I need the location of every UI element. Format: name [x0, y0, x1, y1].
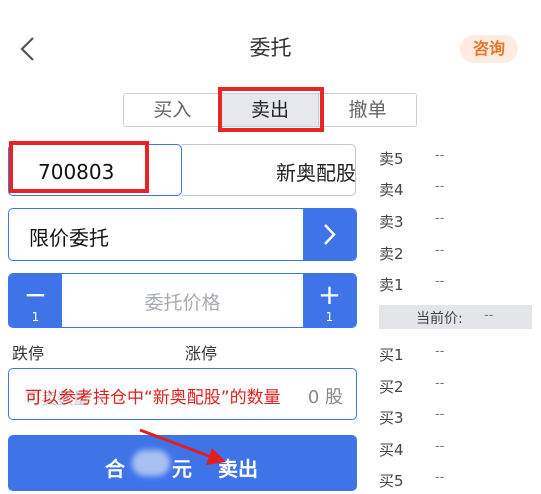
bid-row-3: 买3 -- — [379, 407, 539, 427]
bid-row-5: 买5 -- — [379, 470, 539, 490]
ask-row-5: 卖5 -- — [379, 148, 539, 168]
ask-label: 卖2 — [379, 245, 404, 263]
price-decrease-step: 1 — [31, 310, 40, 324]
highlight-box-sell-tab — [218, 87, 324, 132]
ask-row-4: 卖4 -- — [379, 179, 539, 199]
ask-row-3: 卖3 -- — [379, 211, 539, 231]
ask-row-1: 卖1 -- — [379, 274, 539, 294]
ask-value: -- — [435, 211, 445, 226]
ask-label: 卖3 — [379, 213, 404, 231]
chevron-right-icon — [324, 224, 336, 245]
bid-value: -- — [435, 407, 445, 422]
price-increase-button[interactable]: + 1 — [303, 274, 356, 327]
sell-button-label: 卖出 — [218, 457, 258, 481]
price-increase-step: 1 — [325, 310, 334, 324]
current-price-value: -- — [484, 308, 494, 323]
ask-row-2: 卖2 -- — [379, 243, 539, 263]
bid-value: -- — [435, 376, 445, 391]
bid-row-1: 买1 -- — [379, 344, 539, 364]
ask-value: -- — [435, 179, 445, 194]
limit-up-label: 涨停 — [185, 344, 218, 363]
current-price-label: 当前价: — [416, 311, 463, 327]
order-type-select[interactable]: 限价委托 — [8, 208, 357, 261]
sell-total-prefix: 合 — [105, 457, 125, 481]
highlight-box-stock-code — [9, 141, 149, 193]
bid-label: 买3 — [379, 409, 404, 427]
order-type-label: 限价委托 — [29, 226, 109, 250]
ask-label: 卖1 — [379, 276, 404, 294]
order-type-toggle[interactable] — [303, 209, 356, 260]
bid-row-2: 买2 -- — [379, 376, 539, 396]
plus-icon: + — [317, 278, 342, 311]
ask-label: 卖5 — [379, 150, 404, 168]
ask-value: -- — [435, 243, 445, 258]
bid-label: 买2 — [379, 378, 404, 396]
ask-label: 卖4 — [379, 181, 404, 199]
price-decrease-button[interactable]: − 1 — [9, 274, 62, 327]
bid-row-4: 买4 -- — [379, 439, 539, 459]
minus-icon: − — [23, 278, 48, 311]
stock-name: 新奥配股 — [276, 161, 356, 185]
bid-value: -- — [435, 470, 445, 485]
price-stepper: − 1 委托价格 + 1 — [8, 273, 357, 328]
bid-value: -- — [435, 344, 445, 359]
limit-down-label: 跌停 — [12, 344, 45, 363]
quantity-available: 0 股 — [307, 387, 343, 408]
bid-label: 买5 — [379, 472, 404, 490]
bid-label: 买4 — [379, 441, 404, 459]
order-book: 卖5 -- 卖4 -- 卖3 -- 卖2 -- 卖1 -- 买1 -- 买2 -… — [379, 0, 539, 494]
ask-value: -- — [435, 274, 445, 289]
price-input[interactable]: 委托价格 — [62, 288, 303, 315]
tab-buy[interactable]: 买入 — [124, 94, 221, 126]
ask-value: -- — [435, 148, 445, 163]
bid-value: -- — [435, 439, 445, 454]
sell-total-unit: 元 — [172, 457, 192, 481]
quantity-annotation: 可以参考持仓中“新奥配股”的数量 — [25, 388, 281, 408]
bid-label: 买1 — [379, 346, 404, 364]
sell-total-blurred — [132, 450, 170, 476]
